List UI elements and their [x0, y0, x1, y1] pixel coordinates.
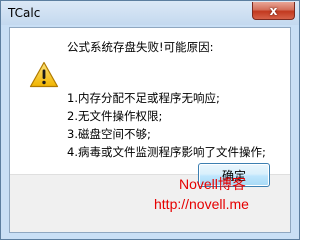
watermark-blog-name: Novell博客: [179, 176, 246, 192]
warning-icon: [29, 61, 59, 88]
reason-line-1: 1.内存分配不足或程序无响应;: [67, 91, 220, 105]
close-button[interactable]: x: [252, 2, 295, 20]
reason-line-3: 3.磁盘空间不够;: [67, 127, 151, 141]
title-bar[interactable]: TCalc x: [1, 1, 299, 25]
reason-line-2: 2.无文件操作权限;: [67, 109, 163, 123]
message-heading: 公式系统存盘失败!可能原因:: [67, 40, 214, 54]
watermark-url: http://novell.me: [154, 196, 249, 212]
window-title: TCalc: [8, 6, 41, 20]
close-icon: x: [269, 3, 278, 18]
dialog-window: TCalc x 公式系统存盘失败!可能原因: 1.内存分配不足或程序无响应; 2…: [0, 0, 300, 240]
reason-line-4: 4.病毒或文件监测程序影响了文件操作;: [67, 145, 266, 159]
